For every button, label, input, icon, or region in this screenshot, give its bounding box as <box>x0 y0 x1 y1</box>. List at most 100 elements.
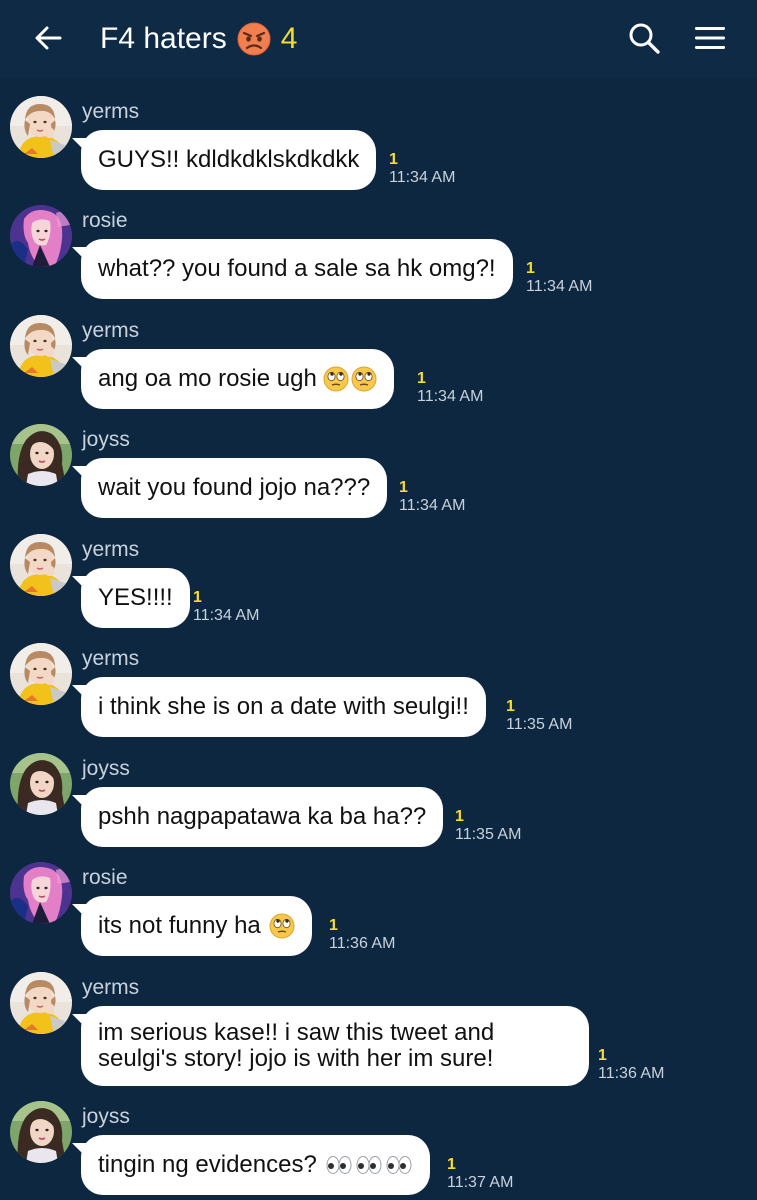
message-meta: 1 11:36 AM <box>598 1048 688 1084</box>
sender-name: yerms <box>82 538 140 561</box>
message-text: i think she is on a date with seulgi!! <box>98 693 469 720</box>
message-bubble[interactable]: YES!!!! <box>72 568 190 628</box>
message-bubble[interactable]: im serious kase!! i saw this tweet and s… <box>72 1006 589 1086</box>
timestamp: 11:34 AM <box>193 607 260 624</box>
message-meta: 1 11:37 AM <box>447 1157 537 1193</box>
avatar[interactable] <box>10 972 72 1034</box>
eyes-emoji-icon <box>385 1155 413 1175</box>
unread-count: 1 <box>455 808 464 825</box>
avatar[interactable] <box>10 96 72 158</box>
message-bubble[interactable]: ang oa mo rosie ugh <box>72 349 394 409</box>
message-meta: 1 11:34 AM <box>389 152 479 188</box>
avatar[interactable] <box>10 643 72 705</box>
message-item: yerms YES!!!! 1 11:34 AM <box>0 526 757 628</box>
avatar-image <box>10 205 72 267</box>
timestamp: 11:35 AM <box>455 826 522 843</box>
chat-title[interactable]: F4 haters 4 <box>100 18 297 60</box>
message-meta: 1 11:35 AM <box>455 809 545 845</box>
sender-name: yerms <box>82 976 140 999</box>
avatar[interactable] <box>10 1101 72 1163</box>
avatar-image <box>10 643 72 705</box>
message-text-line: im serious kase!! i saw this tweet and <box>98 1019 495 1046</box>
message-item: yerms ang oa mo rosie ugh 1 11:34 AM <box>0 307 757 409</box>
menu-button[interactable] <box>688 16 732 60</box>
timestamp: 11:34 AM <box>399 497 466 514</box>
unread-count: 1 <box>193 589 202 606</box>
timestamp: 11:36 AM <box>598 1065 665 1082</box>
message-item: joyss tingin ng evidences? 1 11:37 AM <box>0 1093 757 1195</box>
member-count: 4 <box>280 22 298 55</box>
sender-name: joyss <box>82 1105 130 1128</box>
message-bubble[interactable]: wait you found jojo na??? <box>71 458 388 518</box>
avatar-image <box>10 96 72 158</box>
avatar-image <box>10 753 72 815</box>
search-button[interactable] <box>622 16 666 60</box>
avatar-image <box>10 534 72 596</box>
message-bubble[interactable]: what?? you found a sale sa hk omg?! <box>72 239 513 299</box>
message-text: YES!!!! <box>98 584 173 611</box>
avatar-image <box>10 862 72 924</box>
timestamp: 11:34 AM <box>526 278 593 295</box>
avatar[interactable] <box>10 315 72 377</box>
sender-name: yerms <box>82 319 140 342</box>
avatar-image <box>10 315 72 377</box>
menu-icon <box>695 27 725 49</box>
message-bubble[interactable]: GUYS!! kdldkdklskdkdkk <box>71 130 377 190</box>
message-bubble[interactable]: tingin ng evidences? <box>72 1135 430 1195</box>
sender-name: rosie <box>82 866 128 889</box>
sender-name: yerms <box>82 647 140 670</box>
avatar[interactable] <box>10 424 72 486</box>
avatar[interactable] <box>10 534 72 596</box>
message-text-line: seulgi's story! jojo is with her im sure… <box>98 1045 494 1072</box>
avatar-image <box>10 424 72 486</box>
rolling-eyes-emoji-icon <box>351 366 377 392</box>
message-meta: 1 11:36 AM <box>329 918 419 954</box>
timestamp: 11:34 AM <box>389 169 456 186</box>
avatar[interactable] <box>10 205 72 267</box>
unread-count: 1 <box>526 260 535 277</box>
message-item: joyss wait you found jojo na??? 1 11:34 … <box>0 416 757 518</box>
unread-count: 1 <box>389 151 398 168</box>
search-icon <box>629 23 660 54</box>
unread-count: 1 <box>447 1156 456 1173</box>
message-bubble[interactable]: its not funny ha <box>72 896 312 956</box>
message-text: GUYS!! kdldkdklskdkdkk <box>98 146 360 173</box>
message-item: rosie what?? you found a sale sa hk omg?… <box>0 197 757 299</box>
message-list[interactable]: yerms GUYS!! kdldkdklskdkdkk 1 11:34 AM … <box>0 78 757 1200</box>
unread-count: 1 <box>598 1047 607 1064</box>
sender-name: joyss <box>82 757 130 780</box>
avatar-image <box>10 972 72 1034</box>
unread-count: 1 <box>399 479 408 496</box>
rolling-eyes-emoji-icon <box>269 913 295 939</box>
sender-name: yerms <box>82 100 140 123</box>
unread-count: 1 <box>329 917 338 934</box>
message-text: what?? you found a sale sa hk omg?! <box>98 255 496 282</box>
timestamp: 11:35 AM <box>506 716 573 733</box>
message-bubble[interactable]: i think she is on a date with seulgi!! <box>72 677 486 737</box>
timestamp: 11:37 AM <box>447 1174 514 1191</box>
message-text: tingin ng evidences? <box>98 1151 317 1178</box>
message-text: wait you found jojo na??? <box>98 474 371 501</box>
message-text: ang oa mo rosie ugh <box>98 365 317 392</box>
avatar-image <box>10 1101 72 1163</box>
message-item: rosie its not funny ha 1 11:36 AM <box>0 854 757 956</box>
eyes-emoji-icon <box>325 1155 353 1175</box>
avatar[interactable] <box>10 862 72 924</box>
timestamp: 11:36 AM <box>329 935 396 952</box>
back-button[interactable] <box>26 16 70 60</box>
rolling-eyes-emoji-icon <box>323 366 349 392</box>
chat-title-text: F4 haters <box>100 22 227 55</box>
message-text: pshh nagpapatawa ka ba ha?? <box>98 803 427 830</box>
angry-face-emoji-icon <box>237 22 271 56</box>
message-meta: 1 11:34 AM <box>526 261 616 297</box>
message-meta: 1 11:34 AM <box>193 590 283 626</box>
message-text: its not funny ha <box>98 912 261 939</box>
unread-count: 1 <box>506 698 515 715</box>
message-meta: 1 11:35 AM <box>506 699 596 735</box>
message-meta: 1 11:34 AM <box>417 371 507 407</box>
message-bubble[interactable]: pshh nagpapatawa ka ba ha?? <box>71 787 444 847</box>
avatar[interactable] <box>10 753 72 815</box>
timestamp: 11:34 AM <box>417 388 484 405</box>
sender-name: rosie <box>82 209 128 232</box>
message-item: yerms GUYS!! kdldkdklskdkdkk 1 11:34 AM <box>0 88 757 190</box>
